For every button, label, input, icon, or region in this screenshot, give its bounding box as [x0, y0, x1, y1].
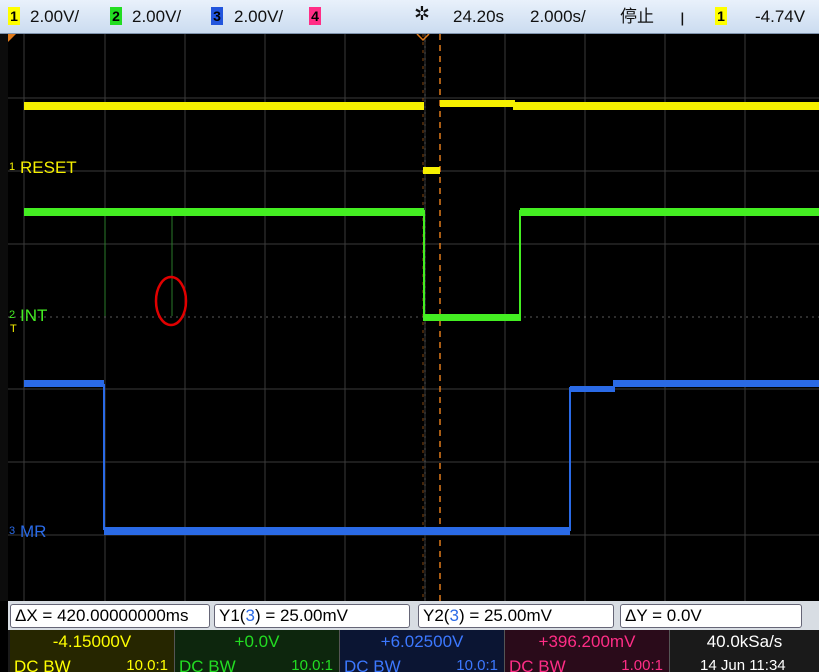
- trigger-level[interactable]: -4.74V: [755, 7, 805, 26]
- ch2-probe: 10.0:1: [291, 657, 333, 672]
- date-time: 14 Jun 11:34: [700, 657, 786, 672]
- y2-readout[interactable]: Y2(3) = 25.00mV: [418, 604, 614, 628]
- acquisition-info: 40.0kSa/s 14 Jun 11:34: [670, 630, 819, 672]
- cursor-measurement-bar: ΔX = 420.00000000ms Y1(3) = 25.00mV Y2(3…: [8, 601, 819, 630]
- time-delay[interactable]: 24.20s: [453, 7, 504, 26]
- ch2-offset: +0.0V: [234, 632, 280, 651]
- ch2-ground-marker[interactable]: 2: [9, 310, 15, 321]
- ch1-info[interactable]: -4.15000V DC BW 10.0:1: [10, 630, 175, 672]
- ch1-coupling: DC BW: [14, 657, 71, 672]
- ch1-label: RESET: [20, 158, 77, 177]
- acquisition-icon: ✲: [414, 4, 430, 25]
- status-bar: 1 2.00V/ 2 2.00V/ 3 2.00V/ 4 ✲ 24.20s 2.…: [0, 0, 819, 34]
- ch3-label: MR: [20, 522, 47, 541]
- ch2-scale[interactable]: 2.00V/: [132, 7, 181, 26]
- ch4-probe: 1.00:1: [621, 657, 663, 672]
- ch3-scale[interactable]: 2.00V/: [234, 7, 283, 26]
- ch3-offset: +6.02500V: [380, 632, 464, 651]
- y1-readout[interactable]: Y1(3) = 25.00mV: [214, 604, 410, 628]
- y1-prefix: Y1(: [219, 606, 246, 625]
- y1-channel: 3: [245, 606, 255, 625]
- trigger-source-badge[interactable]: 1: [715, 7, 727, 25]
- ch4-coupling: DC BW: [509, 657, 566, 672]
- channel-info-bar: -4.15000V DC BW 10.0:1 +0.0V DC BW 10.0:…: [8, 630, 819, 672]
- ch3-probe: 10.0:1: [456, 657, 498, 672]
- ch2-label: INT: [20, 306, 48, 325]
- ch4-offset: +396.200mV: [538, 632, 636, 651]
- trigger-level-marker[interactable]: T: [10, 324, 17, 335]
- sample-rate: 40.0kSa/s: [706, 632, 783, 651]
- screen-left-edge: [0, 34, 8, 601]
- run-state[interactable]: 停止: [620, 7, 654, 26]
- ch2-coupling: DC BW: [179, 657, 236, 672]
- ch1-probe: 10.0:1: [126, 657, 168, 672]
- ch4-badge[interactable]: 4: [309, 7, 321, 25]
- y2-channel: 3: [449, 606, 459, 625]
- trigger-edge-icon: ꞁ: [680, 7, 685, 26]
- ch3-ground-marker[interactable]: 3: [9, 526, 15, 537]
- ch2-info[interactable]: +0.0V DC BW 10.0:1: [175, 630, 340, 672]
- delta-y-readout[interactable]: ΔY = 0.0V: [620, 604, 802, 628]
- delta-x-readout[interactable]: ΔX = 420.00000000ms: [10, 604, 210, 628]
- ch1-ground-marker[interactable]: 1: [9, 162, 15, 173]
- waveform-display[interactable]: 1 RESET 2 INT T 3 MR: [8, 34, 819, 601]
- ch1-offset: -4.15000V: [52, 632, 132, 651]
- ch1-scale[interactable]: 2.00V/: [30, 7, 79, 26]
- y2-value: ) = 25.00mV: [458, 606, 553, 625]
- ch2-badge[interactable]: 2: [110, 7, 122, 25]
- ch3-coupling: DC BW: [344, 657, 401, 672]
- ch3-info[interactable]: +6.02500V DC BW 10.0:1: [340, 630, 505, 672]
- ch4-info[interactable]: +396.200mV DC BW 1.00:1: [505, 630, 670, 672]
- ch3-badge[interactable]: 3: [211, 7, 223, 25]
- y2-prefix: Y2(: [423, 606, 450, 625]
- ch1-badge[interactable]: 1: [8, 7, 20, 25]
- time-scale[interactable]: 2.000s/: [530, 7, 586, 26]
- annotation-circle: [154, 275, 188, 327]
- y1-value: ) = 25.00mV: [254, 606, 349, 625]
